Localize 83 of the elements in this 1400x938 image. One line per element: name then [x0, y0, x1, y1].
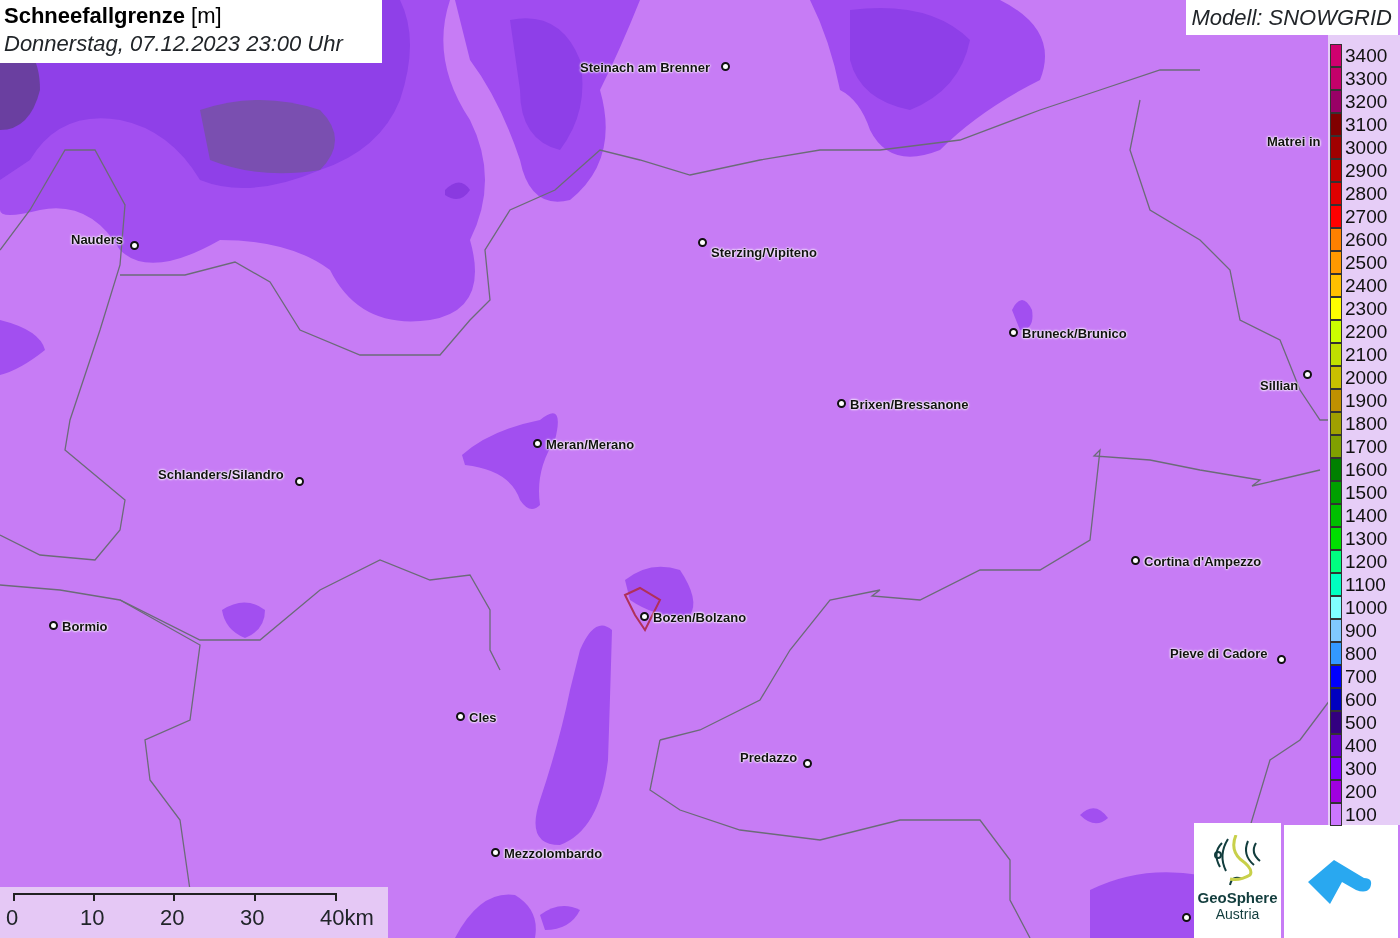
city-label: Mezzolombardo — [504, 846, 603, 861]
legend-value: 2400 — [1345, 275, 1388, 296]
legend-value: 3000 — [1345, 137, 1388, 158]
city-dot — [837, 399, 846, 408]
city-dot — [640, 612, 649, 621]
legend-value: 2500 — [1345, 252, 1388, 273]
snowline-area — [0, 320, 45, 375]
legend-value: 800 — [1345, 643, 1377, 664]
legend-value: 3200 — [1345, 91, 1388, 112]
model-label: Modell: SNOWGRID — [1185, 0, 1398, 35]
city-label: Pieve di Cadore — [1170, 646, 1268, 661]
legend-value: 2100 — [1345, 344, 1388, 365]
legend-value: 400 — [1345, 735, 1377, 756]
legend-value: 1500 — [1345, 482, 1388, 503]
logo-name: GeoSphere — [1197, 889, 1278, 906]
legend-value: 2200 — [1345, 321, 1388, 342]
scale-label: 0 — [6, 905, 19, 931]
legend-value: 1200 — [1345, 551, 1388, 572]
map-title: Schneefallgrenze [m] — [4, 2, 223, 30]
city-label: Sterzing/Vipiteno — [711, 245, 817, 260]
city-label: Brixen/Bressanone — [850, 397, 969, 412]
legend-value: 1400 — [1345, 505, 1388, 526]
legend-value: 2800 — [1345, 183, 1388, 204]
city-label: Schlanders/Silandro — [158, 467, 284, 482]
legend-value: 2300 — [1345, 298, 1388, 319]
city-dot — [721, 62, 730, 71]
city-label: Bruneck/Brunico — [1022, 326, 1127, 341]
scale-label: 40km — [320, 905, 374, 931]
city-label: Predazzo — [740, 750, 798, 765]
snowline-area — [1012, 300, 1033, 330]
legend-value: 500 — [1345, 712, 1377, 733]
scale-label: 20 — [160, 905, 185, 931]
city-label: Meran/Merano — [546, 437, 635, 452]
chevron-cloud-icon — [1308, 859, 1374, 904]
legend-value: 300 — [1345, 758, 1377, 779]
legend-value: 1900 — [1345, 390, 1388, 411]
legend-value: 900 — [1345, 620, 1377, 641]
city-dot — [533, 439, 542, 448]
city-label: Steinach am Brenner — [580, 60, 711, 75]
city-dot — [1131, 556, 1140, 565]
city-dot — [1303, 370, 1312, 379]
city-label: Nauders — [71, 232, 124, 247]
snowline-area — [445, 182, 470, 199]
legend-value: 2900 — [1345, 160, 1388, 181]
city-dot — [1182, 913, 1191, 922]
city-label: Bozen/Bolzano — [653, 610, 747, 625]
city-dot — [1277, 655, 1286, 664]
city-dot — [456, 712, 465, 721]
legend-value: 3100 — [1345, 114, 1388, 135]
city-dot — [295, 477, 304, 486]
legend-value: 100 — [1345, 804, 1377, 825]
legend-value: 1000 — [1345, 597, 1388, 618]
city-dot — [49, 621, 58, 630]
snowline-area — [222, 602, 265, 638]
legend-value: 1100 — [1345, 574, 1386, 595]
legend-value: 1800 — [1345, 413, 1388, 434]
snowline-area — [540, 906, 580, 930]
city-label: Cortina d'Ampezzo — [1144, 554, 1262, 569]
city-dot — [803, 759, 812, 768]
city-dot — [491, 848, 500, 857]
logo-country: Austria — [1215, 906, 1260, 922]
scale-label: 30 — [240, 905, 265, 931]
legend-value: 2000 — [1345, 367, 1388, 388]
city-dot — [1009, 328, 1018, 337]
legend-value: 1600 — [1345, 459, 1388, 480]
legend-value: 1700 — [1345, 436, 1388, 457]
legend-value: 600 — [1345, 689, 1377, 710]
snowline-area — [1080, 808, 1108, 824]
city-dot — [698, 238, 707, 247]
legend-value: 200 — [1345, 781, 1377, 802]
city-label: Matrei in — [1267, 134, 1321, 149]
city-label: Sillian — [1260, 378, 1299, 393]
legend-value: 700 — [1345, 666, 1377, 687]
legend-value: 3300 — [1345, 68, 1388, 89]
legend-value: 3400 — [1345, 45, 1388, 66]
legend-value: 2700 — [1345, 206, 1388, 227]
legend-value: 1300 — [1345, 528, 1388, 549]
map-date: Donnerstag, 07.12.2023 23:00 Uhr — [4, 30, 345, 58]
city-label: Bormio — [62, 619, 108, 634]
scale-label: 10 — [80, 905, 105, 931]
city-label: Cles — [469, 710, 497, 725]
legend-value: 2600 — [1345, 229, 1388, 250]
city-dot — [130, 241, 139, 250]
